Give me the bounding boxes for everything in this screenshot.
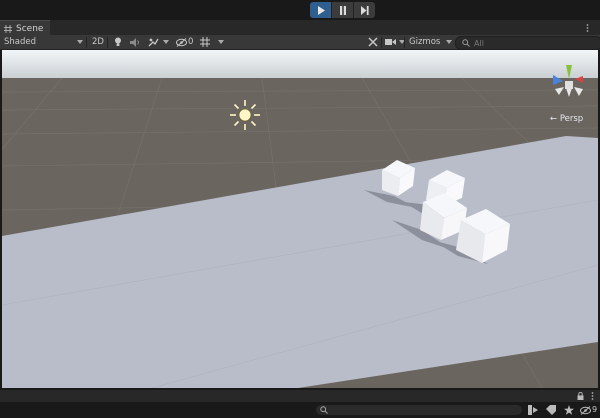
hidden-objects-toggle[interactable]: 0	[176, 35, 193, 49]
star-icon[interactable]	[564, 405, 574, 415]
pause-icon	[339, 5, 346, 15]
toggle-2d-button[interactable]: 2D	[92, 35, 104, 49]
layer-count: 9	[592, 405, 598, 414]
grid-icon	[200, 37, 210, 47]
lock-icon[interactable]	[577, 392, 584, 400]
status-bar: 9	[0, 402, 600, 418]
play-button[interactable]	[310, 2, 332, 18]
scene-viewport[interactable]: ← Persp	[2, 50, 598, 388]
scene-hash-icon	[4, 24, 12, 33]
divider	[404, 37, 405, 48]
search-field[interactable]: All	[455, 36, 600, 50]
gizmo-center-cube[interactable]	[565, 81, 573, 89]
effects-icon	[148, 38, 159, 47]
draw-mode-dropdown[interactable]: Shaded	[4, 35, 84, 49]
play-icon	[317, 5, 325, 15]
pause-button[interactable]	[332, 2, 354, 18]
collab-icon[interactable]	[528, 405, 538, 415]
speaker-icon	[130, 37, 139, 47]
scene-toolbar: Shaded 2D 0 Gizmos All	[0, 35, 600, 50]
eye-slash-icon	[176, 37, 187, 47]
more-options-icon[interactable]	[586, 24, 589, 32]
tab-row: Scene	[0, 20, 600, 36]
chevron-down-icon	[446, 40, 453, 44]
eye-slash-icon[interactable]	[580, 406, 591, 415]
effects-dropdown[interactable]	[148, 35, 169, 49]
divider	[107, 37, 108, 48]
tools-icon	[368, 37, 378, 47]
search-icon	[320, 406, 328, 414]
camera-icon	[385, 39, 396, 45]
audio-toggle[interactable]	[130, 35, 140, 49]
divider	[86, 37, 87, 48]
search-icon	[462, 39, 470, 47]
divider	[381, 37, 382, 48]
chevron-down-icon	[218, 40, 224, 44]
step-icon	[361, 5, 369, 15]
tab-scene[interactable]: Scene	[0, 20, 50, 36]
search-placeholder: All	[474, 38, 484, 48]
gizmos-dropdown[interactable]: Gizmos	[409, 35, 453, 49]
gizmos-label: Gizmos	[409, 37, 441, 47]
play-controls	[310, 2, 375, 18]
chevron-down-icon	[163, 40, 169, 44]
step-button[interactable]	[354, 2, 375, 18]
skybox	[2, 50, 598, 80]
scene-bottom-bar	[0, 390, 600, 402]
top-toolbar	[0, 0, 600, 20]
lighting-toggle[interactable]	[114, 35, 122, 49]
scene-canvas[interactable]: ← Persp	[2, 50, 598, 388]
tools-toggle[interactable]	[368, 35, 378, 49]
grid-dropdown[interactable]	[200, 35, 224, 49]
toggle-2d-label: 2D	[92, 37, 104, 47]
draw-mode-label: Shaded	[4, 37, 37, 47]
tab-scene-label: Scene	[16, 23, 44, 34]
sun-icon[interactable]	[230, 100, 260, 130]
hidden-count: 0	[188, 37, 194, 47]
chevron-down-icon	[77, 40, 83, 44]
projection-label[interactable]: ← Persp	[550, 114, 583, 124]
tag-icon[interactable]	[546, 405, 556, 415]
global-search-field[interactable]	[316, 405, 522, 415]
more-options-icon[interactable]	[591, 392, 594, 400]
camera-dropdown[interactable]	[385, 35, 405, 49]
lightbulb-icon	[115, 37, 121, 46]
